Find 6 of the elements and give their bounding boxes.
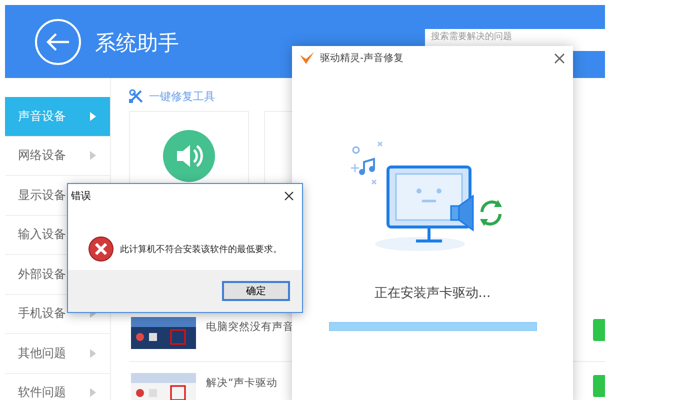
section-heading: 一键修复工具 (149, 88, 215, 104)
error-message: 此计算机不符合安装该软件的最低要求。 (120, 244, 282, 256)
dialog-title: 错误 (71, 190, 91, 203)
status-text: 正在安装声卡驱动... (374, 285, 491, 302)
dialog-title: 驱动精灵-声音修复 (320, 52, 404, 65)
page-title: 系统助手 (95, 30, 179, 57)
